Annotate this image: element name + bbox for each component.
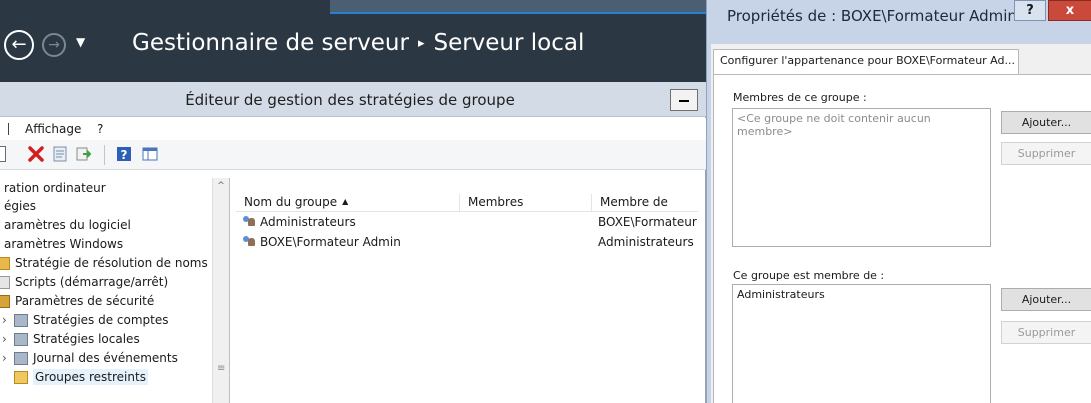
group-name: Administrateurs [260,215,356,229]
scroll-up-icon[interactable]: ^ [213,178,229,195]
toolbar-separator [104,145,105,165]
folder-icon [14,371,28,384]
scroll-grip-icon[interactable]: ≡ [217,363,225,374]
properties-dialog: Propriétés de : BOXE\Formateur Admin ? x… [706,0,1091,403]
tree-item-label: Stratégies locales [33,332,140,346]
tree-item-label: ration ordinateur [4,181,106,195]
back-arrow-icon[interactable]: ← [4,30,34,60]
toolbar: ? [0,140,706,170]
tree-item-label: Journal des événements [33,351,178,365]
members-label: Membres de ce groupe : [733,91,867,104]
view-icon[interactable] [142,146,158,162]
member-of-list[interactable]: Administrateurs [732,284,991,403]
toolbar-page-icon[interactable] [0,146,6,162]
folder-icon [0,257,10,270]
sort-arrow-icon: ▲ [342,197,349,206]
gpo-editor-window: Éditeur de gestion des stratégies de gro… [0,82,706,403]
close-button[interactable]: x [1048,0,1091,21]
expander-icon[interactable]: › [2,329,14,349]
breadcrumb-page[interactable]: Serveur local [433,30,584,56]
tree-item-label: aramètres Windows [4,237,124,251]
properties-icon[interactable] [52,146,68,162]
menu-item-truncated[interactable] [8,123,11,135]
tree-item[interactable]: Scripts (démarrage/arrêt) [0,272,168,292]
tree-item[interactable]: aramètres du logiciel [4,215,131,235]
minimize-icon[interactable] [670,89,698,111]
column-header-member-of[interactable]: Membre de [592,194,698,212]
tree-item[interactable]: égies [4,196,36,216]
list-item[interactable]: Administrateurs [737,288,986,301]
help-icon[interactable]: ? [116,146,132,162]
tree-item-label: aramètres du logiciel [4,218,131,232]
table-row[interactable]: BOXE\Formateur Admin Administrateurs [236,233,698,251]
menu-item-help[interactable]: ? [97,122,103,136]
tree-item-selected[interactable]: Groupes restreints [14,367,148,387]
dialog-title: Propriétés de : BOXE\Formateur Admin [727,7,1017,25]
tree-item-label: Groupes restreints [33,369,148,385]
policy-icon [14,352,28,365]
window-top-strip [330,0,706,14]
column-label: Membres [468,195,524,209]
add-member-button[interactable]: Ajouter... [1001,111,1091,134]
tree-pane: ration ordinateur égies aramètres du log… [0,178,230,403]
group-name: BOXE\Formateur Admin [260,235,401,249]
remove-member-button[interactable]: Supprimer [1001,142,1091,165]
dropdown-arrow-icon[interactable]: ▼ [76,35,85,49]
group-member-of: Administrateurs [598,235,694,249]
svg-text:?: ? [121,148,128,162]
expander-icon[interactable]: › [2,310,14,330]
help-button[interactable]: ? [1014,0,1046,21]
menu-bar: Affichage ? [0,118,706,140]
tree-item[interactable]: Paramètres de sécurité [0,291,154,311]
policy-icon [14,314,28,327]
tree-item[interactable]: › Stratégies locales [2,329,140,349]
tree-item-label: Scripts (démarrage/arrêt) [15,275,169,289]
tree-item[interactable]: ration ordinateur [4,178,106,198]
members-list[interactable]: <Ce groupe ne doit contenir aucun membre… [732,108,991,247]
tree-item[interactable]: Stratégie de résolution de noms [0,253,208,273]
remove-membership-button[interactable]: Supprimer [1001,321,1091,344]
export-icon[interactable] [76,146,92,162]
dialog-body: Configurer l'appartenance pour BOXE\Form… [711,44,1091,403]
tree-item-label: égies [4,199,36,213]
gpo-editor-titlebar: Éditeur de gestion des stratégies de gro… [0,82,706,117]
tree-item[interactable]: aramètres Windows [4,234,123,254]
tree-scrollbar[interactable]: ^ ≡ [212,178,229,403]
script-icon [0,276,10,289]
policy-icon [14,333,28,346]
table-row[interactable]: Administrateurs BOXE\Formateur Admin [236,213,698,231]
menu-item-view[interactable]: Affichage [25,122,81,136]
group-icon [242,215,257,228]
app-title: Gestionnaire de serveur [132,30,409,56]
group-member-of: BOXE\Formateur Admin [598,215,698,229]
group-list: Nom du groupe ▲ Membres Membre de Adminis… [236,178,698,403]
member-of-label: Ce groupe est membre de : [733,269,885,282]
tree-item-label: Stratégies de comptes [33,313,169,327]
tree-item-label: Paramètres de sécurité [15,294,155,308]
tab-panel: Membres de ce groupe : <Ce groupe ne doi… [713,74,1091,403]
list-header: Nom du groupe ▲ Membres Membre de [236,192,698,212]
delete-icon[interactable] [28,146,44,162]
breadcrumb-separator: ▸ [417,36,425,51]
column-label: Nom du groupe [244,195,338,209]
window-title: Éditeur de gestion des stratégies de gro… [185,91,515,109]
column-header-name[interactable]: Nom du groupe ▲ [236,194,460,212]
breadcrumb: Gestionnaire de serveur ▸ Serveur local [132,30,584,56]
tree-item[interactable]: › Journal des événements [2,348,178,368]
tab-configure-membership[interactable]: Configurer l'appartenance pour BOXE\Form… [713,49,1019,75]
server-manager-header: ← → ▼ Gestionnaire de serveur ▸ Serveur lo… [0,0,706,82]
column-header-members[interactable]: Membres [460,194,592,212]
forward-arrow-icon[interactable]: → [42,33,66,57]
tree-item[interactable]: › Stratégies de comptes [2,310,169,330]
security-icon [0,295,10,308]
tree-item-label: Stratégie de résolution de noms [15,256,208,270]
members-placeholder: <Ce groupe ne doit contenir aucun membre… [737,112,931,138]
add-membership-button[interactable]: Ajouter... [1001,288,1091,311]
group-icon [242,235,257,248]
expander-icon[interactable]: › [2,348,14,368]
column-label: Membre de [600,195,668,209]
